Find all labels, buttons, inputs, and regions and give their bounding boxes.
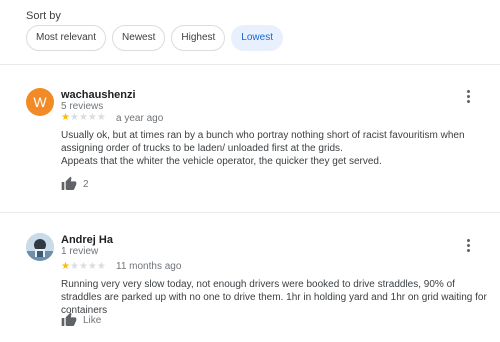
- more-options-icon[interactable]: [462, 90, 474, 103]
- review-date: a year ago: [116, 113, 164, 124]
- reviewer-name[interactable]: wachaushenzi: [61, 89, 136, 101]
- star-icon: ★: [87, 112, 97, 123]
- sort-highest-chip[interactable]: Highest: [171, 25, 226, 51]
- review-text-line: Usually ok, but at times ran by a bunch …: [61, 130, 465, 154]
- reviewer-name[interactable]: Andrej Ha: [61, 234, 113, 246]
- like-button[interactable]: 2: [61, 176, 89, 192]
- star-icon: ★: [61, 112, 70, 123]
- review-card: W wachaushenzi 5 reviews ★★★★★ a year ag…: [26, 88, 486, 198]
- sort-lowest-chip[interactable]: Lowest: [231, 25, 283, 51]
- star-icon: ★: [87, 261, 97, 272]
- sort-newest-chip[interactable]: Newest: [112, 25, 166, 51]
- star-rating: ★★★★★: [61, 262, 106, 272]
- star-icon: ★: [61, 261, 70, 272]
- review-text-line: Appeats that the whiter the vehicle oper…: [61, 156, 382, 167]
- review-card: Andrej Ha 1 review ★★★★★ 11 months ago R…: [26, 233, 487, 333]
- review-count: 1 review: [61, 246, 99, 257]
- review-text: Usually ok, but at times ran by a bunch …: [61, 129, 491, 168]
- avatar-letter: W: [33, 94, 47, 110]
- review-date: 11 months ago: [116, 261, 182, 272]
- star-icon: ★: [69, 112, 79, 123]
- star-rating: ★★★★★: [61, 113, 106, 123]
- sort-chips: Most relevant Newest Highest Lowest: [26, 25, 283, 51]
- star-icon: ★: [78, 261, 88, 272]
- more-options-icon[interactable]: [462, 239, 474, 252]
- like-button[interactable]: Like: [61, 312, 101, 328]
- thumbs-up-icon: [61, 176, 77, 190]
- star-icon: ★: [96, 112, 106, 123]
- review-count: 5 reviews: [61, 101, 104, 112]
- star-icon: ★: [78, 112, 88, 123]
- thumbs-up-icon: [61, 312, 77, 326]
- like-count: 2: [83, 178, 89, 190]
- sort-most-relevant-chip[interactable]: Most relevant: [26, 25, 107, 51]
- sort-label: Sort by: [26, 10, 61, 22]
- star-icon: ★: [96, 261, 106, 272]
- divider: [0, 212, 500, 213]
- avatar[interactable]: [26, 233, 54, 261]
- review-text-line: Running very very slow today, not enough…: [61, 279, 487, 316]
- profile-photo-icon: [26, 233, 54, 261]
- star-icon: ★: [69, 261, 79, 272]
- review-text: Running very very slow today, not enough…: [61, 278, 491, 317]
- divider: [0, 64, 500, 65]
- avatar[interactable]: W: [26, 88, 54, 116]
- like-label: Like: [83, 314, 102, 326]
